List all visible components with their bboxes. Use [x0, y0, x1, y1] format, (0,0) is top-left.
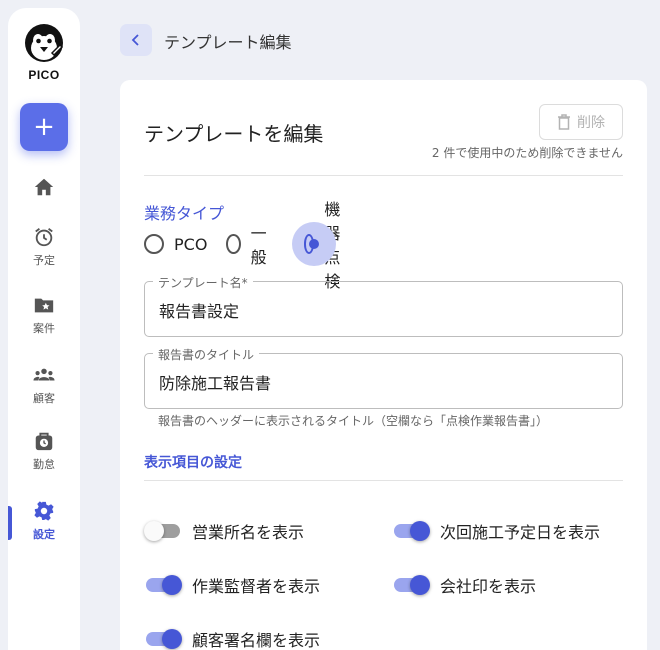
penguin-logo-icon — [25, 24, 64, 62]
sidebar-item-label: 勤怠 — [33, 458, 55, 471]
field-value: 報告書設定 — [159, 302, 240, 321]
sidebar-item-settings[interactable]: 設定 — [8, 500, 80, 542]
switch — [392, 521, 430, 541]
back-button[interactable] — [120, 24, 152, 56]
edit-template-card: テンプレートを編集 削除 2 件で使用中のため削除できません 業務タイプ PCO… — [120, 80, 647, 650]
divider — [144, 480, 623, 481]
toggle-supervisor[interactable]: 作業監督者を表示 — [144, 572, 320, 598]
home-icon — [34, 178, 54, 196]
sidebar-item-label: 予定 — [33, 254, 55, 267]
field-label: 報告書のタイトル — [153, 346, 260, 363]
page-title: テンプレート編集 — [164, 33, 292, 52]
field-label: テンプレート名* — [153, 274, 253, 291]
sidebar-item-label: 設定 — [33, 528, 55, 541]
delete-disabled-note: 2 件で使用中のため削除できません — [431, 146, 623, 160]
sidebar-item-customers[interactable]: 顧客 — [8, 364, 80, 406]
group-icon — [33, 368, 55, 381]
sidebar-item-attendance[interactable]: 勤怠 — [8, 430, 80, 472]
sidebar-item-schedule[interactable]: 予定 — [8, 226, 80, 268]
star-folder-icon — [34, 298, 54, 313]
sidebar-item-home[interactable] — [8, 176, 80, 202]
switch — [144, 521, 182, 541]
sidebar-item-projects[interactable]: 案件 — [8, 294, 80, 336]
delete-label: 削除 — [577, 115, 605, 131]
radio-general[interactable]: 一般 — [226, 224, 272, 267]
radio-label: PCO — [174, 234, 208, 254]
radio-circle — [226, 234, 241, 254]
toggle-label: 営業所名を表示 — [192, 523, 305, 542]
field-value: 防除施工報告書 — [159, 374, 272, 393]
chevron-left-icon — [131, 34, 139, 46]
time-bag-icon — [35, 432, 53, 451]
display-settings-heading: 表示項目の設定 — [144, 455, 242, 471]
radio-circle — [144, 234, 164, 254]
business-type-label: 業務タイプ — [144, 204, 225, 223]
report-title-field[interactable]: 報告書のタイトル 防除施工報告書 — [144, 346, 623, 409]
sidebar-item-label: 顧客 — [33, 392, 55, 405]
delete-button[interactable]: 削除 — [539, 104, 623, 140]
sidebar-item-label: 案件 — [33, 322, 55, 335]
add-button[interactable]: + — [20, 103, 68, 151]
switch — [144, 629, 182, 649]
divider — [144, 175, 623, 176]
toggle-next-date[interactable]: 次回施工予定日を表示 — [392, 518, 600, 544]
radio-pco[interactable]: PCO — [144, 230, 207, 258]
radio-label: 一般 — [250, 224, 267, 267]
switch — [392, 575, 430, 595]
toggle-customer-signature[interactable]: 顧客署名欄を表示 — [144, 626, 320, 650]
radio-equipment-inspection[interactable]: 機器点検 — [292, 200, 350, 291]
pico-logo[interactable]: PICO — [22, 22, 66, 82]
toggle-company-seal[interactable]: 会社印を表示 — [392, 572, 536, 598]
toggle-label: 次回施工予定日を表示 — [440, 523, 601, 542]
card-title: テンプレートを編集 — [144, 122, 324, 146]
sidebar: PICO + 予定 案件 顧客 勤怠 設定 — [8, 8, 80, 650]
report-title-helper-text: 報告書のヘッダーに表示されるタイトル（空欄なら「点検作業報告書」） — [158, 414, 549, 428]
toggle-label: 会社印を表示 — [440, 577, 537, 596]
gear-icon — [34, 501, 54, 521]
toggle-label: 作業監督者を表示 — [192, 577, 321, 596]
toggle-label: 顧客署名欄を表示 — [192, 631, 321, 650]
template-name-field[interactable]: テンプレート名* 報告書設定 — [144, 274, 623, 337]
toggle-office-name[interactable]: 営業所名を表示 — [144, 518, 304, 544]
switch — [144, 575, 182, 595]
logo-text: PICO — [28, 68, 60, 82]
alarm-clock-icon — [35, 228, 53, 247]
trash-icon — [558, 114, 570, 130]
